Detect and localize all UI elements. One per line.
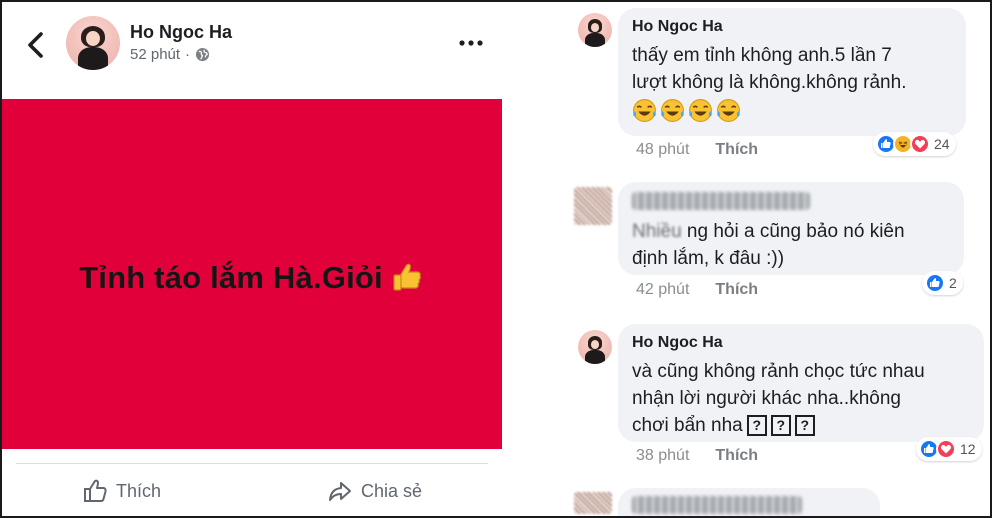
post-author-avatar[interactable]	[66, 16, 120, 70]
chevron-left-icon	[28, 32, 43, 58]
comment-like-button[interactable]: Thích	[715, 141, 758, 159]
post-timestamp[interactable]: 52 phút	[130, 46, 180, 63]
comment-bubble: Nhiều ng hỏi a cũng bảo nó kiên định lắm…	[618, 182, 964, 275]
post-author-name[interactable]: Ho Ngoc Ha	[130, 22, 232, 43]
comments-panel: Ho Ngoc Ha thấy em tỉnh không anh.5 lần …	[502, 2, 990, 516]
missing-glyph-box: ?	[770, 415, 791, 437]
comment-meta: 42 phút Thích	[636, 281, 758, 299]
thumbs-up-emoji-icon	[393, 263, 421, 291]
comment-timestamp[interactable]: 38 phút	[636, 447, 689, 465]
comment-avatar-blurred[interactable]	[574, 187, 612, 225]
post-meta: 52 phút ·	[130, 46, 210, 63]
post-panel: Ho Ngoc Ha 52 phút · Tỉnh táo lắm Hà.Giỏ…	[2, 2, 502, 516]
comment-text: và cũng không rảnh chọc tức nhau nhận lờ…	[632, 358, 970, 439]
globe-icon	[195, 47, 210, 62]
post-like-button[interactable]: Thích	[82, 478, 161, 504]
laughing-tears-icon	[717, 99, 740, 122]
comment-timestamp[interactable]: 42 phút	[636, 281, 689, 299]
missing-glyph-box: ?	[746, 415, 767, 437]
love-reaction-icon	[910, 134, 930, 154]
love-reaction-icon	[936, 439, 956, 459]
laughing-tears-icon	[689, 99, 712, 122]
missing-glyph-box: ?	[794, 415, 815, 437]
back-button[interactable]	[24, 30, 48, 60]
comment-text: Nhiều ng hỏi a cũng bảo nó kiên định lắm…	[632, 218, 950, 272]
more-options-icon[interactable]	[458, 38, 484, 48]
comment-text-blurred-word: Nhiều	[632, 221, 682, 242]
comment-bubble-partial	[618, 488, 880, 516]
post-share-button[interactable]: Chia sẻ	[327, 478, 422, 504]
comment-author-name-blurred[interactable]	[632, 496, 802, 514]
comment-meta: 38 phút Thích	[636, 447, 758, 465]
comment-meta: 48 phút Thích	[636, 141, 758, 159]
comment-bubble: Ho Ngoc Ha và cũng không rảnh chọc tức n…	[618, 324, 984, 442]
thumbs-up-outline-icon	[84, 479, 107, 502]
meta-separator: ·	[185, 46, 191, 63]
comment-like-button[interactable]: Thích	[715, 447, 758, 465]
comment-author-name[interactable]: Ho Ngoc Ha	[632, 18, 952, 36]
post-image-text: Tỉnh táo lắm Hà.Giỏi	[79, 260, 383, 295]
post-image[interactable]: Tỉnh táo lắm Hà.Giỏi	[2, 99, 502, 449]
comment-timestamp[interactable]: 48 phút	[636, 141, 689, 159]
reaction-summary[interactable]: 2	[922, 271, 963, 295]
laughing-tears-icon	[661, 99, 684, 122]
post-share-label: Chia sẻ	[361, 480, 423, 501]
reaction-count: 2	[949, 275, 957, 291]
reaction-count: 12	[960, 441, 976, 457]
comment-avatar-blurred[interactable]	[574, 492, 612, 514]
comment-avatar[interactable]	[578, 13, 612, 47]
post-like-label: Thích	[116, 480, 162, 501]
post-image-caption: Tỉnh táo lắm Hà.Giỏi	[79, 260, 425, 296]
share-arrow-icon	[329, 482, 351, 501]
comment-avatar[interactable]	[578, 330, 612, 364]
comment-bubble: Ho Ngoc Ha thấy em tỉnh không anh.5 lần …	[618, 8, 966, 136]
reaction-summary[interactable]: 12	[916, 437, 982, 461]
comment-author-name[interactable]: Ho Ngoc Ha	[632, 334, 970, 352]
laughing-tears-icon	[633, 99, 656, 122]
like-reaction-icon	[925, 273, 945, 293]
comment-like-button[interactable]: Thích	[715, 281, 758, 299]
reaction-count: 24	[934, 136, 950, 152]
comment-emoji-row	[632, 98, 952, 123]
comment-author-name-blurred[interactable]	[632, 192, 810, 210]
reaction-summary[interactable]: 24	[873, 132, 956, 156]
post-action-bar: Thích Chia sẻ	[16, 463, 488, 517]
comment-text: thấy em tỉnh không anh.5 lần 7 lượt khôn…	[632, 45, 907, 93]
